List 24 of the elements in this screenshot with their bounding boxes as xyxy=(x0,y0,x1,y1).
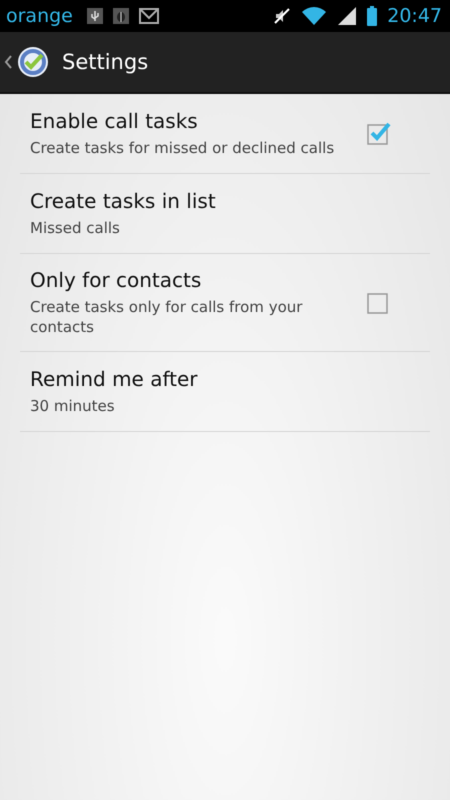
app-logo-icon[interactable] xyxy=(16,45,50,79)
muted-speaker-icon xyxy=(273,7,292,25)
battery-icon xyxy=(367,6,378,26)
wifi-icon xyxy=(301,6,328,26)
setting-row[interactable]: Only for contacts Create tasks only for calls from your contacts xyxy=(20,254,430,352)
setting-title: Remind me after xyxy=(30,367,199,391)
carrier-name: orange xyxy=(6,5,73,27)
back-caret-icon[interactable] xyxy=(4,55,12,69)
setting-row[interactable]: Enable call tasks Create tasks for missed or declined calls xyxy=(20,94,430,174)
mail-icon xyxy=(138,8,159,24)
checked-checkbox[interactable] xyxy=(366,120,392,146)
setting-title: Create tasks in list xyxy=(30,189,217,213)
clock: 20:47 xyxy=(387,5,442,27)
setting-summary: Missed calls xyxy=(30,218,121,238)
setting-summary: Create tasks for missed or declined calls xyxy=(30,138,336,158)
signal-icon xyxy=(337,6,358,26)
usb-icon xyxy=(86,8,103,24)
screen-title: Settings xyxy=(62,50,148,74)
setting-summary: Create tasks only for calls from your contacts xyxy=(30,297,304,337)
setting-row[interactable]: Remind me after 30 minutes xyxy=(20,352,430,432)
setting-summary: 30 minutes xyxy=(30,396,116,416)
setting-title: Only for contacts xyxy=(30,268,202,292)
setting-title: Enable call tasks xyxy=(30,109,199,133)
setting-row[interactable]: Create tasks in list Missed calls xyxy=(20,174,430,254)
